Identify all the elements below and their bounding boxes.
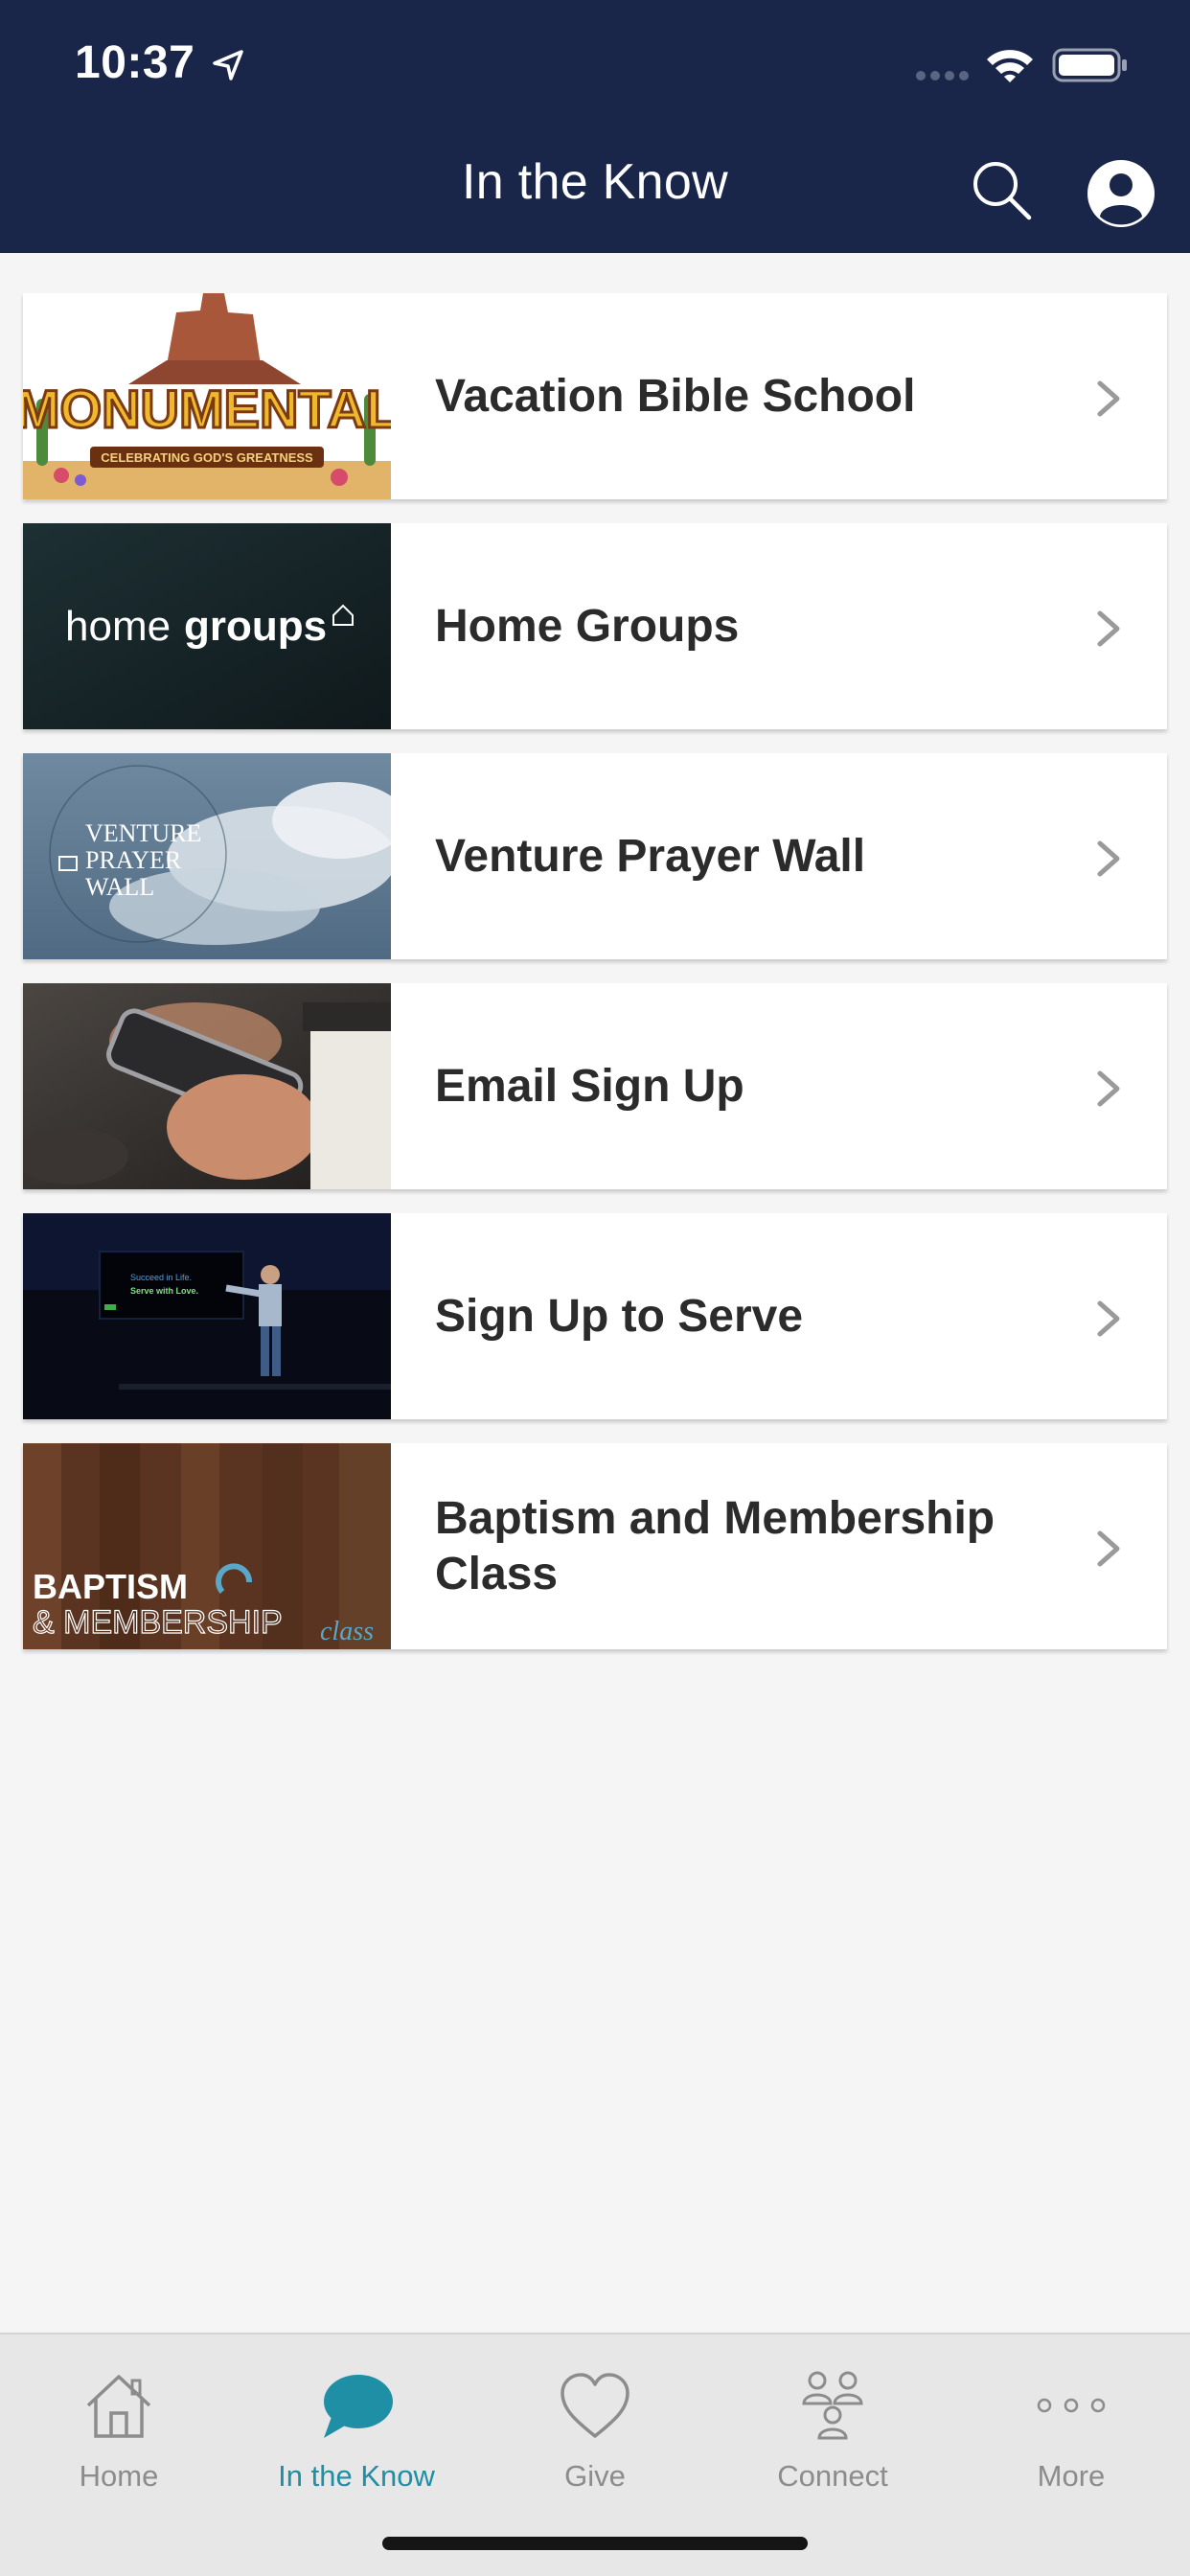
tab-give[interactable]: Give [476,2352,714,2515]
list-item-baptism-membership-class[interactable]: BAPTISM & MEMBERSHIP class Baptism and M… [23,1443,1167,1649]
svg-text:Serve with Love.: Serve with Love. [130,1286,198,1296]
status-bar: 10:37 [0,0,1190,126]
tab-more[interactable]: More [952,2352,1190,2515]
svg-text:VENTURE: VENTURE [85,819,201,847]
tab-label: Home [79,2459,159,2493]
thumbnail-image [23,983,391,1189]
chevron-right-icon [1097,380,1120,417]
location-arrow-icon [213,50,243,80]
chevron-right-icon [1097,840,1120,877]
svg-text:WALL: WALL [85,873,154,901]
chat-bubble-icon [324,2375,393,2438]
search-icon[interactable] [970,158,1033,221]
people-icon [802,2371,863,2440]
thumbnail-image: Succeed in Life. Serve with Love. [23,1213,391,1419]
list-item-vacation-bible-school[interactable]: MONUMENTAL CELEBRATING GOD'S GREATNESS V… [23,293,1167,499]
thumbnail-image: home groups [23,523,391,729]
tab-label: More [1037,2459,1106,2493]
svg-text:groups: groups [184,603,327,650]
item-title: Sign Up to Serve [435,1290,804,1342]
tab-connect[interactable]: Connect [714,2352,951,2515]
tab-in-the-know[interactable]: In the Know [238,2352,475,2515]
tab-label: In the Know [278,2459,435,2493]
tab-label: Give [564,2459,626,2493]
chevron-right-icon [1097,610,1120,647]
thumbnail-image: BAPTISM & MEMBERSHIP class [23,1443,391,1649]
list-item-sign-up-to-serve[interactable]: Succeed in Life. Serve with Love. Sign U… [23,1213,1167,1419]
svg-text:Succeed in Life.: Succeed in Life. [130,1273,192,1282]
heart-icon [561,2373,629,2438]
item-title: Home Groups [435,600,740,652]
tab-label: Connect [777,2459,888,2493]
item-title: Email Sign Up [435,1060,744,1112]
home-icon [86,2375,151,2438]
status-time: 10:37 [75,37,195,88]
item-title: Venture Prayer Wall [435,830,866,882]
app-header: 10:37 In the Know [0,0,1190,253]
content-list: MONUMENTAL CELEBRATING GOD'S GREATNESS V… [23,293,1167,1673]
svg-text:BAPTISM: BAPTISM [33,1567,188,1606]
svg-text:home: home [65,603,171,650]
chevron-right-icon [1097,1530,1120,1567]
list-item-venture-prayer-wall[interactable]: VENTURE PRAYER WALL Venture Prayer Wall [23,753,1167,959]
chevron-right-icon [1097,1070,1120,1107]
item-title: Vacation Bible School [435,370,916,422]
profile-icon[interactable] [1087,159,1156,228]
more-dots-icon [1037,2398,1106,2413]
list-item-email-sign-up[interactable]: Email Sign Up [23,983,1167,1189]
battery-icon [1052,48,1127,82]
svg-text:& MEMBERSHIP: & MEMBERSHIP [33,1604,283,1641]
svg-text:CELEBRATING GOD'S GREATNESS: CELEBRATING GOD'S GREATNESS [101,450,313,465]
home-indicator[interactable] [382,2537,808,2550]
thumbnail-image: MONUMENTAL CELEBRATING GOD'S GREATNESS [23,293,391,499]
svg-text:PRAYER: PRAYER [85,846,182,874]
list-item-home-groups[interactable]: home groups Home Groups [23,523,1167,729]
svg-text:MONUMENTAL: MONUMENTAL [23,379,391,439]
svg-text:class: class [320,1617,374,1646]
tab-home[interactable]: Home [0,2352,238,2515]
cellular-signal-icon [916,71,969,80]
wifi-icon [987,50,1033,82]
item-title: Baptism and Membership Class [435,1492,995,1599]
chevron-right-icon [1097,1300,1120,1337]
thumbnail-image: VENTURE PRAYER WALL [23,753,391,959]
